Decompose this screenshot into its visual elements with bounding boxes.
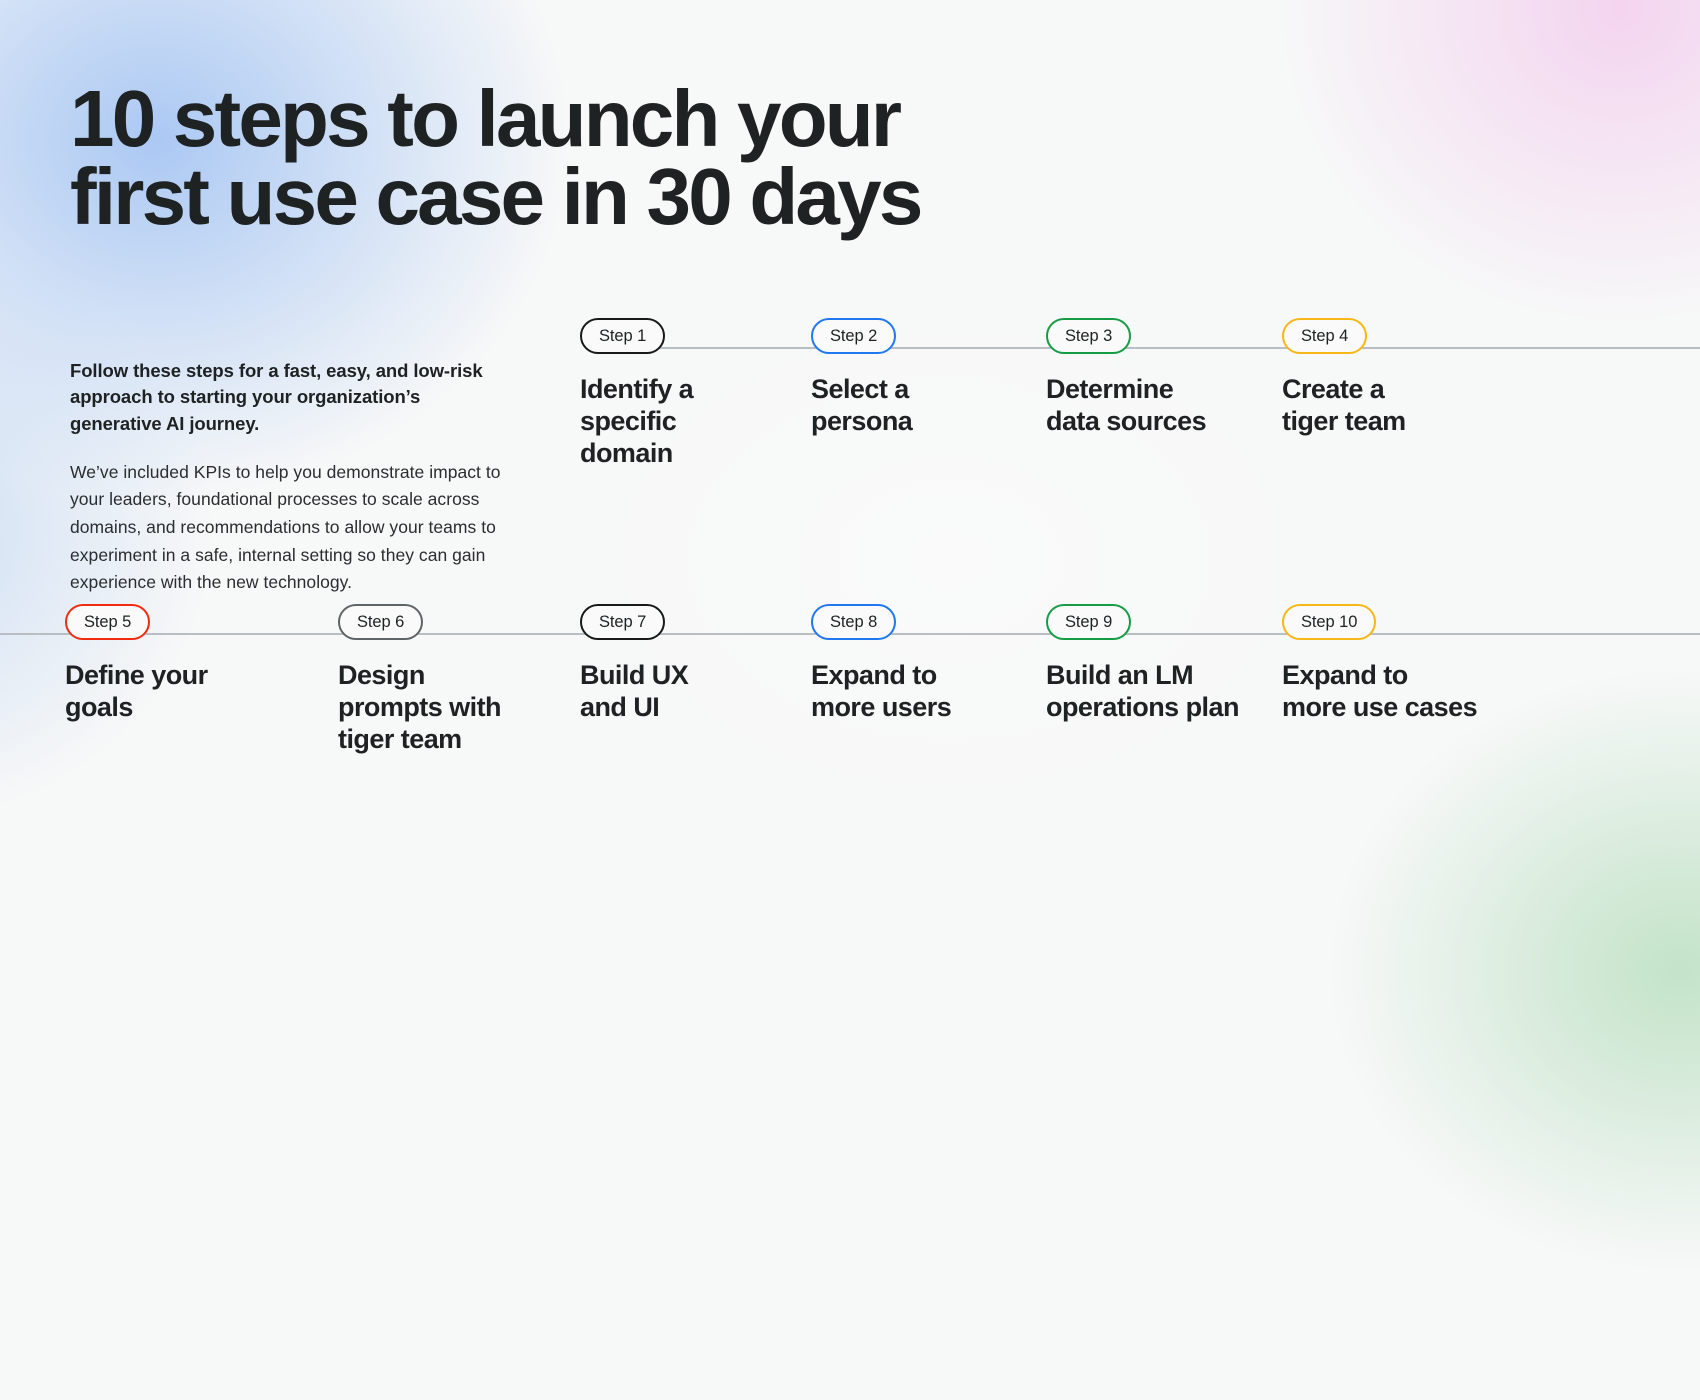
step-title-6: Design prompts with tiger team bbox=[338, 660, 502, 754]
step-item-6[interactable]: Step 6 Design prompts with tiger team bbox=[338, 604, 568, 756]
step-title-10: Expand to more use cases bbox=[1282, 660, 1478, 722]
step-title-7: Build UX and UI bbox=[580, 660, 689, 722]
infographic-page: 10 steps to launch your first use case i… bbox=[0, 0, 1700, 956]
page-title-line-1: 10 steps to launch your bbox=[70, 74, 902, 163]
timeline-row-1: Step 1 Identify a specific domain Step 2… bbox=[0, 318, 1700, 558]
step-badge-7[interactable]: Step 7 bbox=[580, 604, 666, 640]
step-item-7[interactable]: Step 7 Build UX and UI bbox=[580, 604, 810, 724]
step-item-9[interactable]: Step 9 Build an LM operations plan bbox=[1046, 604, 1296, 724]
step-title-2: Select a persona bbox=[811, 374, 913, 436]
step-item-3[interactable]: Step 3 Determine data sources bbox=[1046, 318, 1296, 438]
step-item-1[interactable]: Step 1 Identify a specific domain bbox=[580, 318, 810, 470]
step-title-9: Build an LM operations plan bbox=[1046, 660, 1239, 722]
step-title-5: Define your goals bbox=[65, 660, 208, 722]
step-item-10[interactable]: Step 10 Expand to more use cases bbox=[1282, 604, 1532, 724]
page-title-line-2: first use case in 30 days bbox=[70, 152, 923, 242]
step-item-4[interactable]: Step 4 Create a tiger team bbox=[1282, 318, 1512, 438]
step-item-8[interactable]: Step 8 Expand to more users bbox=[811, 604, 1041, 724]
step-title-3: Determine data sources bbox=[1046, 374, 1207, 436]
step-item-5[interactable]: Step 5 Define your goals bbox=[65, 604, 295, 724]
step-badge-10[interactable]: Step 10 bbox=[1282, 604, 1377, 640]
page-title: 10 steps to launch your first use case i… bbox=[70, 74, 1190, 242]
step-badge-2[interactable]: Step 2 bbox=[811, 318, 897, 354]
step-badge-5[interactable]: Step 5 bbox=[65, 604, 151, 640]
step-badge-9[interactable]: Step 9 bbox=[1046, 604, 1132, 640]
step-title-4: Create a tiger team bbox=[1282, 374, 1406, 436]
step-title-8: Expand to more users bbox=[811, 660, 952, 722]
step-badge-8[interactable]: Step 8 bbox=[811, 604, 897, 640]
step-badge-6[interactable]: Step 6 bbox=[338, 604, 424, 640]
step-badge-3[interactable]: Step 3 bbox=[1046, 318, 1132, 354]
step-item-2[interactable]: Step 2 Select a persona bbox=[811, 318, 1041, 438]
step-badge-4[interactable]: Step 4 bbox=[1282, 318, 1368, 354]
timeline-row-2: Step 5 Define your goals Step 6 Design p… bbox=[0, 604, 1700, 844]
step-title-1: Identify a specific domain bbox=[580, 374, 694, 468]
step-badge-1[interactable]: Step 1 bbox=[580, 318, 666, 354]
